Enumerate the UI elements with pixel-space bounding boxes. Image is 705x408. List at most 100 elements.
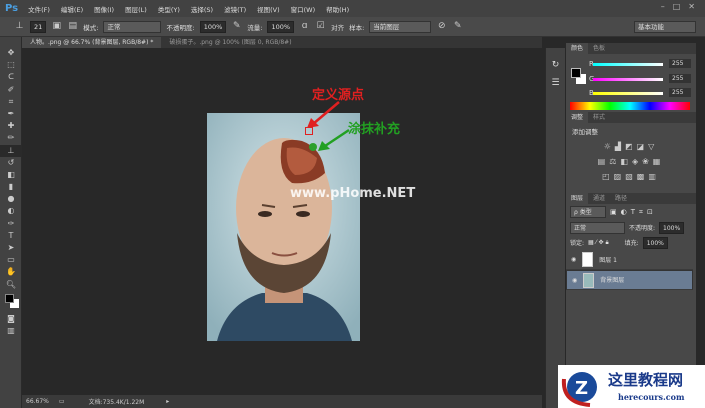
layer-row[interactable]: ◉ 图层 1 <box>566 250 693 270</box>
blend-mode-select[interactable]: 正常 <box>570 221 625 234</box>
menu-file[interactable]: 文件(F) <box>28 4 50 14</box>
b-value[interactable]: 255 <box>669 88 691 97</box>
lookup-icon[interactable]: ▦ <box>653 157 665 166</box>
path-select-tool-icon[interactable]: ➤ <box>0 242 22 254</box>
tab-channels[interactable]: 通道 <box>588 193 610 204</box>
shape-tool-icon[interactable]: ▭ <box>0 254 22 266</box>
opacity-input[interactable]: 100% <box>199 20 227 33</box>
invert-icon[interactable]: ◰ <box>602 172 614 181</box>
maximize-icon[interactable]: □ <box>673 2 681 11</box>
tab-adjustments[interactable]: 调整 <box>566 112 589 123</box>
balance-icon[interactable]: ⚖ <box>609 157 620 166</box>
tab-paths[interactable]: 路径 <box>610 193 632 204</box>
gradient-tool-icon[interactable]: ▮ <box>0 181 22 193</box>
brush-size-picker[interactable]: 21 <box>30 20 47 33</box>
brightness-icon[interactable]: ☼ <box>604 142 615 151</box>
flow-input[interactable]: 100% <box>267 20 295 33</box>
g-value[interactable]: 255 <box>669 74 691 83</box>
close-icon[interactable]: ✕ <box>688 2 695 11</box>
menu-help[interactable]: 帮助(H) <box>326 4 349 14</box>
sample-select[interactable]: 当前图层 <box>369 20 432 33</box>
vibrance-icon[interactable]: ▽ <box>648 142 658 151</box>
marquee-tool-icon[interactable]: ⬚ <box>0 59 22 71</box>
crop-tool-icon[interactable]: ⌗ <box>0 96 22 108</box>
workspace-select[interactable]: 基本功能 <box>634 20 696 33</box>
clone-source-icon[interactable]: ▤ <box>67 21 78 32</box>
brush-panel-icon[interactable]: ▣ <box>51 21 62 32</box>
color-spectrum[interactable] <box>570 102 690 110</box>
levels-icon[interactable]: ▟ <box>615 142 625 151</box>
g-slider[interactable] <box>593 78 663 81</box>
r-value[interactable]: 255 <box>669 59 691 68</box>
aligned-checkbox[interactable]: ☑ <box>315 21 326 32</box>
blur-tool-icon[interactable]: ● <box>0 193 22 205</box>
mixer-icon[interactable]: ❀ <box>642 157 653 166</box>
visibility-eye-icon[interactable]: ◉ <box>571 256 576 263</box>
quick-select-tool-icon[interactable]: ✐ <box>0 84 22 96</box>
dodge-tool-icon[interactable]: ◐ <box>0 205 22 217</box>
mode-select[interactable]: 正常 <box>103 20 162 33</box>
quick-mask-icon[interactable]: ◙ <box>0 313 22 325</box>
tab-person-doc[interactable]: 人物。.png @ 66.7% (背景图层, RGB/8#) * <box>22 37 162 48</box>
layer-filter-icons[interactable]: ▣◐T⌗⊡ <box>610 208 657 217</box>
zoom-tool-icon[interactable]: 🔍︎ <box>0 279 22 291</box>
color-swatches[interactable] <box>0 291 21 313</box>
tab-styles[interactable]: 样式 <box>588 112 610 123</box>
eyedropper-tool-icon[interactable]: ✒ <box>0 108 22 120</box>
hand-tool-icon[interactable]: ✋ <box>0 266 22 278</box>
tab-swatches[interactable]: 色板 <box>588 43 610 54</box>
fill-input[interactable]: 100% <box>642 236 668 249</box>
posterize-icon[interactable]: ▨ <box>614 172 626 181</box>
lock-icons[interactable]: ▦ ⁄ ✥ 🔒︎ <box>588 239 609 247</box>
menu-type[interactable]: 类型(Y) <box>158 4 180 14</box>
selective-color-icon[interactable]: ▥ <box>648 172 660 181</box>
clone-stamp-icon[interactable]: ⊥ <box>14 21 25 32</box>
pen-tool-icon[interactable]: ✑ <box>0 218 22 230</box>
window-controls: – □ ✕ <box>661 2 695 11</box>
status-menu-arrow-icon[interactable]: ▸ <box>166 398 169 405</box>
layer-filter-select[interactable]: ρ 类型 <box>570 206 606 218</box>
move-tool-icon[interactable]: ✥ <box>0 47 22 59</box>
menu-layer[interactable]: 图层(L) <box>125 4 147 14</box>
layer-thumbnail <box>583 272 595 288</box>
lasso-tool-icon[interactable]: ᑕ <box>0 71 22 83</box>
hue-icon[interactable]: ▤ <box>598 157 610 166</box>
menu-window[interactable]: 窗口(W) <box>291 4 316 14</box>
layer-opacity-input[interactable]: 100% <box>659 221 685 234</box>
history-brush-icon[interactable]: ↺ <box>0 157 22 169</box>
tab-color[interactable]: 颜色 <box>566 43 589 54</box>
menu-image[interactable]: 图像(I) <box>94 4 114 14</box>
gradient-map-icon[interactable]: ▩ <box>637 172 649 181</box>
b-slider[interactable] <box>593 92 663 95</box>
minimize-icon[interactable]: – <box>661 2 665 11</box>
menu-filter[interactable]: 滤镜(T) <box>224 4 246 14</box>
screen-mode-icon[interactable]: ▥ <box>0 325 22 337</box>
visibility-eye-icon[interactable]: ◉ <box>572 275 577 286</box>
type-tool-icon[interactable]: T <box>0 230 22 242</box>
healing-tool-icon[interactable]: ✚ <box>0 120 22 132</box>
ignore-adjustment-icon[interactable]: ⊘ <box>436 21 447 32</box>
airbrush-icon[interactable]: ɑ <box>299 21 310 32</box>
threshold-icon[interactable]: ▧ <box>625 172 637 181</box>
foreground-color-swatch[interactable] <box>571 68 581 78</box>
exposure-icon[interactable]: ◪ <box>637 142 649 151</box>
layer-row-selected[interactable]: ◉ 背景图层 <box>566 270 693 290</box>
pressure-opacity-icon[interactable]: ✎ <box>231 21 242 32</box>
eraser-tool-icon[interactable]: ◧ <box>0 169 22 181</box>
curves-icon[interactable]: ◩ <box>625 142 637 151</box>
export-icon[interactable]: ▭ <box>59 398 65 405</box>
history-icon[interactable]: ↻ <box>546 60 565 70</box>
menu-edit[interactable]: 编辑(E) <box>61 4 83 14</box>
clone-stamp-tool-icon[interactable]: ⊥ <box>0 144 22 157</box>
photo-filter-icon[interactable]: ◈ <box>632 157 642 166</box>
zoom-level[interactable]: 66.67% <box>26 398 49 405</box>
tab-egg-doc[interactable]: 破损蛋子。.png @ 100% (图层 0, RGB/8#) <box>161 37 299 48</box>
bw-icon[interactable]: ◧ <box>620 157 632 166</box>
properties-icon[interactable]: ☰ <box>546 78 565 88</box>
r-slider[interactable] <box>593 63 663 66</box>
brush-tool-icon[interactable]: ✏ <box>0 132 22 144</box>
pressure-size-icon[interactable]: ✎ <box>452 21 463 32</box>
menu-select[interactable]: 选择(S) <box>191 4 213 14</box>
menu-view[interactable]: 视图(V) <box>257 4 280 14</box>
tab-layers[interactable]: 图层 <box>566 193 589 204</box>
